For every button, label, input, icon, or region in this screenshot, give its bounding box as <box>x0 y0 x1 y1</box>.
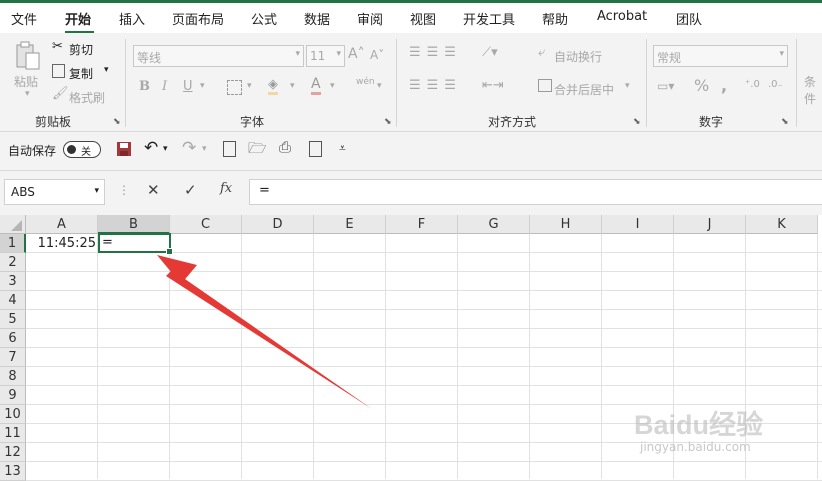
watermark-url: jingyan.baidu.com <box>640 440 751 454</box>
watermark-brand: Baidu经验 <box>634 410 764 440</box>
arrow-shaft <box>166 270 372 409</box>
